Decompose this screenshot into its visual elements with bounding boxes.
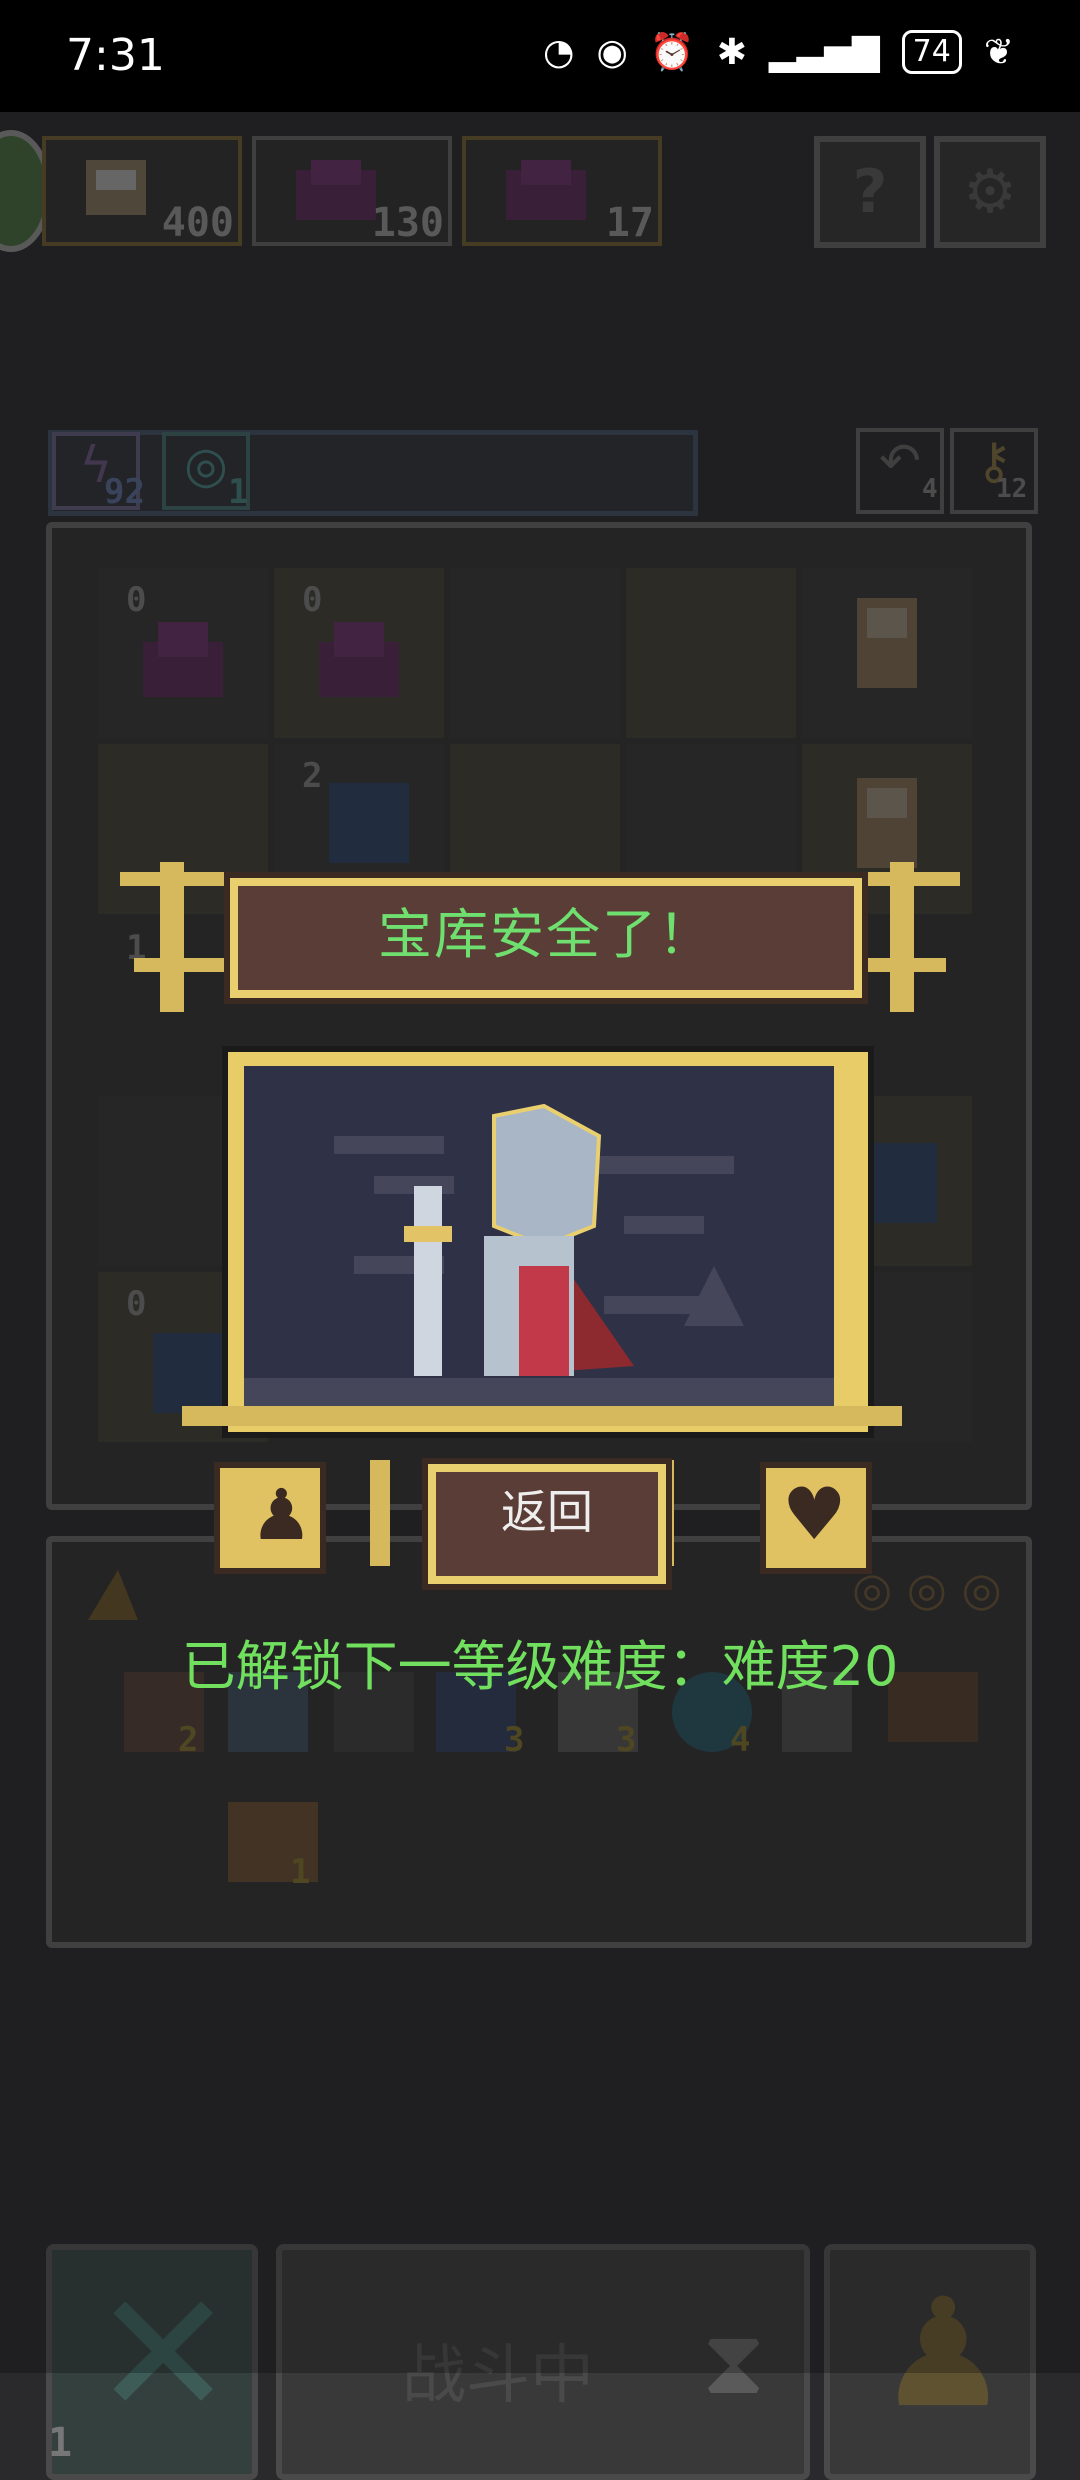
unlock-message: 已解锁下一等级难度：难度20 <box>181 1635 899 1698</box>
eye-icon: ◉ <box>596 31 628 73</box>
heart-icon: ♥ <box>782 1472 847 1556</box>
clock: 7:31 <box>66 30 165 81</box>
bluetooth-icon: ✱ <box>716 31 747 73</box>
battery-indicator: 74 <box>901 30 962 74</box>
status-icons: ◔ ◉ ⏰ ✱ ▂▃▅▇ 74 ❦ <box>543 30 1014 74</box>
picture-base <box>182 1406 902 1426</box>
cancel-count: 1 <box>48 2420 73 2466</box>
signal-icon: ▂▃▅▇ <box>768 31 880 73</box>
knight-illustration <box>244 1066 834 1406</box>
return-button-post <box>370 1460 390 1566</box>
keyhole-icon: ♟ <box>250 1474 313 1556</box>
popup-title: 宝库安全了！ <box>378 903 714 966</box>
alarm-icon: ⏰ <box>649 32 695 73</box>
status-bar: 7:31 ◔ ◉ ⏰ ✱ ▂▃▅▇ 74 ❦ <box>0 0 1080 112</box>
heart-button[interactable]: ♥ <box>760 1462 872 1574</box>
return-button-label: 返回 <box>501 1485 593 1539</box>
lock-button[interactable]: ♟ <box>214 1462 326 1574</box>
leaf-icon: ❦ <box>983 31 1014 73</box>
hd-icon: ◔ <box>543 31 575 73</box>
